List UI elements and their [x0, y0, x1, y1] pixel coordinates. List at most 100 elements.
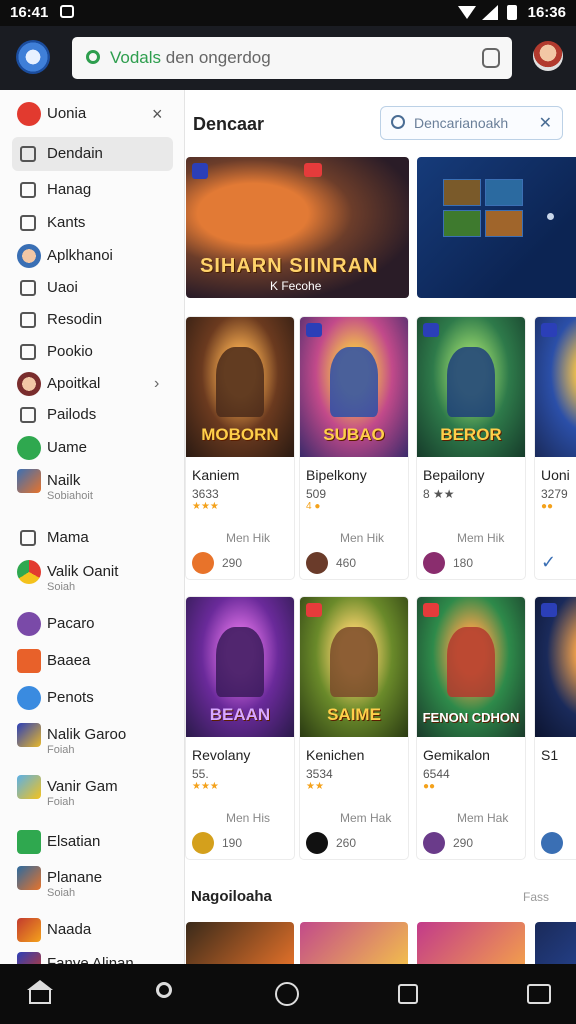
drawer-item-label: Uaoi	[47, 279, 78, 296]
close-icon[interactable]: ✕	[539, 113, 552, 133]
game-icon	[17, 952, 41, 964]
game-thumbnail[interactable]	[186, 922, 294, 964]
green-square-icon	[17, 830, 41, 854]
game-tags: Mem Hak	[457, 811, 509, 825]
game-art: MOBORN	[186, 317, 294, 457]
badge-icon	[541, 603, 557, 617]
drawer-item-sublabel: Soiah	[47, 887, 76, 899]
game-card[interactable]: SAIME Kenichen 3534 ★★ Mem Hak 260	[300, 597, 408, 859]
game-thumbnail[interactable]	[535, 922, 576, 964]
character-figure	[447, 627, 495, 697]
drawer-item[interactable]: Pookio	[0, 338, 184, 368]
drawer-item-label: Apoitkal	[47, 375, 101, 392]
download-count: 290	[453, 836, 474, 850]
page-title: Dencaar	[193, 114, 265, 134]
drawer-item[interactable]: Kants	[0, 209, 184, 239]
game-thumbnail[interactable]	[417, 922, 525, 964]
character-figure	[216, 347, 264, 417]
building-icon	[20, 312, 36, 328]
see-all-link[interactable]: Fass	[523, 890, 549, 904]
purple-circle-icon	[17, 612, 41, 636]
drawer-item[interactable]: Naada	[0, 916, 184, 946]
game-card[interactable]: MOBORN Kaniem 3633 ★★★ Men Hik 290	[186, 317, 294, 579]
featured-banner[interactable]: SIHARN SIINRAN K Fecohe	[186, 157, 409, 298]
side-drawer: × Uonia Dendain Hanag Kants Aplkhanoi Ua…	[0, 90, 185, 964]
drawer-item[interactable]: Planane Soiah	[0, 864, 184, 908]
download-count: 260	[336, 836, 357, 850]
app-logo-icon[interactable]	[16, 40, 50, 74]
carousel-dot[interactable]	[547, 213, 554, 220]
game-title: Kaniem	[192, 467, 240, 483]
game-art: SUBAO	[300, 317, 408, 457]
game-thumbnail[interactable]	[300, 922, 408, 964]
avatar-icon	[17, 372, 41, 396]
home-circle-icon[interactable]	[275, 982, 299, 1006]
game-meta: 3279	[541, 487, 568, 501]
drawer-item[interactable]: Valik Oanit Soiah	[0, 558, 184, 602]
search-input[interactable]: Dencarianoakh ✕	[380, 106, 563, 140]
game-meta: 55.	[192, 767, 209, 781]
drawer-item[interactable]: Uaoi	[0, 274, 184, 304]
status-time: 16:41	[10, 4, 49, 21]
character-figure	[330, 347, 378, 417]
red-circle-icon	[17, 102, 41, 126]
game-card[interactable]: BEROR Bepailony 8 ★★ Mem Hik 180	[417, 317, 525, 579]
rating-stars: ★★★	[192, 501, 219, 512]
home-icon-roof	[27, 980, 53, 990]
drawer-item[interactable]: Nailk Sobiahoit	[0, 467, 184, 511]
extension-icon[interactable]	[482, 48, 500, 68]
search-icon[interactable]	[156, 982, 172, 998]
square-icon	[20, 280, 36, 296]
game-icon	[17, 866, 41, 890]
url-text: Vodals den ongerdog	[110, 48, 271, 67]
developer-icon	[423, 552, 445, 574]
drawer-item[interactable]: Baaea	[0, 647, 184, 677]
rating-stars: ●●	[541, 501, 554, 512]
game-art: BEAAN	[186, 597, 294, 737]
drawer-item[interactable]: Aplkhanoi	[0, 242, 184, 272]
game-card[interactable]: Uoni 3279 ●● ✓	[535, 317, 576, 579]
drawer-item-sublabel: Sobiahoit	[47, 490, 93, 502]
recents-icon[interactable]	[398, 984, 418, 1004]
drawer-item[interactable]: Fanve Alinan	[0, 950, 184, 964]
drawer-item-label: Aplkhanoi	[47, 247, 113, 264]
drawer-item[interactable]: Vanir Gam Foiah	[0, 773, 184, 817]
drawer-item[interactable]: Elsatian	[0, 828, 184, 858]
drawer-item[interactable]: Penots	[0, 684, 184, 714]
main-content: Dencaar Dencarianoakh ✕ SIHARN SIINRAN K…	[185, 90, 576, 964]
drawer-item-sublabel: Foiah	[47, 744, 75, 756]
drawer-item[interactable]: Uame	[0, 434, 184, 464]
search-placeholder: Dencarianoakh	[414, 115, 509, 131]
chevron-right-icon[interactable]: ›	[154, 375, 159, 393]
square-icon	[20, 530, 36, 546]
url-search-bar[interactable]: Vodals den ongerdog	[72, 37, 512, 79]
developer-icon	[192, 552, 214, 574]
game-tags: Men Hik	[340, 531, 385, 545]
game-icon	[17, 469, 41, 493]
drawer-item[interactable]: Hanag	[0, 176, 184, 206]
bottom-nav-bar	[0, 964, 576, 1024]
drawer-item-active[interactable]: Dendain	[12, 137, 173, 171]
status-bar: 16:41 16:36	[0, 0, 576, 26]
home-icon[interactable]	[29, 990, 51, 1004]
game-card[interactable]: S1	[535, 597, 576, 859]
avatar[interactable]	[533, 41, 563, 71]
game-card[interactable]: FENON CDHON Gemikalon 6544 ●● Mem Hak 29…	[417, 597, 525, 859]
drawer-item[interactable]: Pacaro	[0, 610, 184, 640]
battery-icon	[507, 5, 517, 20]
menu-icon[interactable]	[527, 984, 551, 1004]
drawer-item[interactable]: Nalik Garoo Foiah	[0, 721, 184, 765]
drawer-item[interactable]: Mama	[0, 524, 184, 554]
developer-icon	[306, 832, 328, 854]
game-card[interactable]: SUBAO Bipelkony 509 4 ● Men Hik 460	[300, 317, 408, 579]
person-icon	[20, 182, 36, 198]
featured-banner-secondary[interactable]	[417, 157, 576, 298]
banner-title: SIHARN SIINRAN	[200, 255, 379, 277]
drawer-item[interactable]: Resodin	[0, 306, 184, 336]
game-art-title: SAIME	[327, 705, 381, 724]
drawer-item[interactable]: Pailods	[0, 401, 184, 431]
game-card[interactable]: BEAAN Revolany 55. ★★★ Men His 190	[186, 597, 294, 859]
drawer-item[interactable]: Uonia	[0, 100, 184, 130]
game-meta: 509	[306, 487, 327, 501]
drawer-item-sublabel: Soiah	[47, 581, 76, 593]
